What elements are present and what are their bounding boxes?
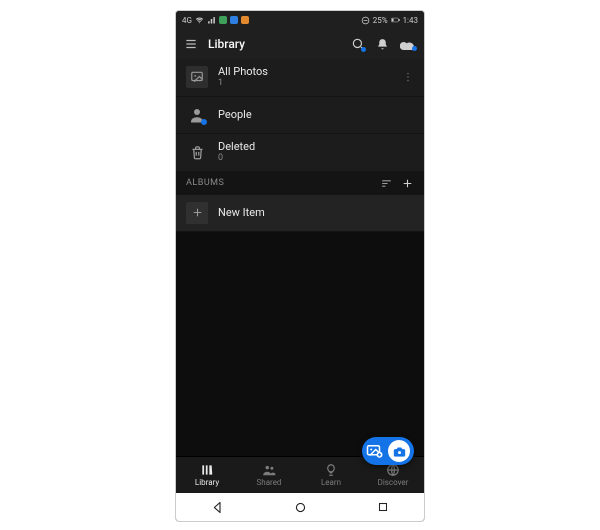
battery-icon bbox=[391, 16, 400, 25]
row-all-photos[interactable]: All Photos 1 bbox=[176, 59, 424, 97]
tab-shared[interactable]: Shared bbox=[238, 457, 300, 493]
battery-percent: 25% bbox=[373, 16, 388, 25]
clock: 1:43 bbox=[403, 16, 418, 25]
tab-label: Learn bbox=[321, 478, 341, 487]
cloud-icon[interactable] bbox=[400, 38, 416, 50]
android-nav-bar bbox=[176, 493, 424, 521]
status-bar: 4G 25% 1:43 bbox=[176, 11, 424, 29]
bell-icon[interactable] bbox=[376, 38, 389, 51]
image-icon bbox=[186, 66, 208, 88]
tab-learn[interactable]: Learn bbox=[300, 457, 362, 493]
nav-recents-icon[interactable] bbox=[376, 500, 390, 514]
row-people[interactable]: People bbox=[176, 97, 424, 134]
nav-back-icon[interactable] bbox=[210, 500, 225, 515]
row-label: New Item bbox=[218, 207, 414, 219]
menu-icon[interactable] bbox=[184, 37, 198, 51]
signal-icon bbox=[207, 16, 216, 25]
tab-label: Library bbox=[195, 478, 219, 487]
empty-area bbox=[176, 232, 424, 456]
albums-section-header: ALBUMS bbox=[176, 172, 424, 195]
search-icon[interactable] bbox=[351, 37, 365, 51]
library-list: All Photos 1 People bbox=[176, 59, 424, 232]
app-notif-icon-2 bbox=[230, 16, 238, 24]
row-new-item[interactable]: New Item bbox=[176, 195, 424, 232]
tab-library[interactable]: Library bbox=[176, 457, 238, 493]
wifi-icon bbox=[195, 16, 204, 25]
row-count: 0 bbox=[218, 153, 414, 164]
row-count: 1 bbox=[218, 78, 392, 89]
sort-icon[interactable] bbox=[380, 177, 393, 190]
add-photos-fab[interactable] bbox=[362, 437, 414, 465]
people-icon bbox=[186, 104, 208, 126]
app-notif-icon-1 bbox=[219, 16, 227, 24]
add-album-icon[interactable] bbox=[401, 177, 414, 190]
page-title: Library bbox=[208, 37, 341, 51]
trash-icon bbox=[186, 141, 208, 163]
image-add-icon bbox=[366, 443, 384, 459]
tab-label: Shared bbox=[257, 478, 282, 487]
dnd-icon bbox=[361, 16, 370, 25]
more-icon[interactable] bbox=[402, 70, 414, 84]
app-bar: Library bbox=[176, 29, 424, 59]
row-label: Deleted bbox=[218, 141, 414, 153]
phone-frame: 4G 25% 1:43 bbox=[175, 10, 425, 522]
app-notif-icon-3 bbox=[241, 16, 249, 24]
network-4g-label: 4G bbox=[182, 16, 192, 25]
plus-icon bbox=[186, 202, 208, 224]
tab-label: Discover bbox=[378, 478, 409, 487]
row-label: People bbox=[218, 109, 414, 121]
row-deleted[interactable]: Deleted 0 bbox=[176, 134, 424, 172]
albums-label: ALBUMS bbox=[186, 178, 224, 188]
row-label: All Photos bbox=[218, 66, 392, 78]
camera-icon bbox=[388, 440, 410, 462]
nav-home-icon[interactable] bbox=[293, 500, 308, 515]
